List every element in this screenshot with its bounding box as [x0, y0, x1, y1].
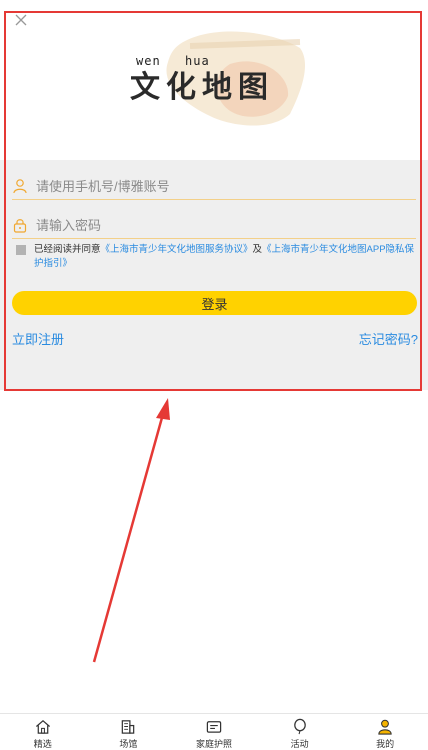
account-field[interactable]	[12, 170, 416, 200]
logo-title: 文化地图	[130, 70, 274, 105]
bottom-tab-bar: 精选 场馆 家庭护照 活动 我的	[0, 713, 428, 750]
passport-icon	[206, 721, 222, 733]
register-link[interactable]: 立即注册	[12, 329, 64, 348]
tab-label: 我的	[376, 739, 395, 749]
tab-activities[interactable]: 活动	[257, 714, 343, 750]
tab-mine[interactable]: 我的	[342, 714, 428, 750]
account-input[interactable]	[36, 174, 396, 198]
agreement-prefix: 已经阅读并同意	[34, 244, 101, 255]
lock-icon	[13, 219, 27, 233]
balloon-icon	[293, 718, 306, 735]
login-button[interactable]: 登录	[12, 291, 417, 315]
home-icon	[35, 720, 50, 734]
agreement-checkbox[interactable]	[16, 245, 26, 255]
tab-label: 活动	[290, 739, 309, 749]
header: wen hua 文化地图	[0, 0, 428, 160]
tab-label: 家庭护照	[195, 739, 232, 749]
forgot-password-link[interactable]: 忘记密码?	[359, 329, 418, 348]
user-icon	[13, 179, 27, 194]
user-icon	[378, 719, 392, 735]
tab-featured[interactable]: 精选	[0, 714, 86, 750]
building-icon	[122, 720, 135, 734]
password-input[interactable]	[36, 213, 396, 237]
tab-venues[interactable]: 场馆	[86, 714, 172, 750]
service-agreement-link[interactable]: 《上海市青少年文化地图服务协议》	[101, 244, 253, 255]
close-icon[interactable]	[13, 12, 29, 28]
tab-label: 精选	[33, 739, 52, 749]
agreement-and: 及	[252, 244, 263, 255]
password-field[interactable]	[12, 209, 416, 239]
tab-label: 场馆	[119, 739, 138, 749]
tab-family-passport[interactable]: 家庭护照	[171, 714, 257, 750]
